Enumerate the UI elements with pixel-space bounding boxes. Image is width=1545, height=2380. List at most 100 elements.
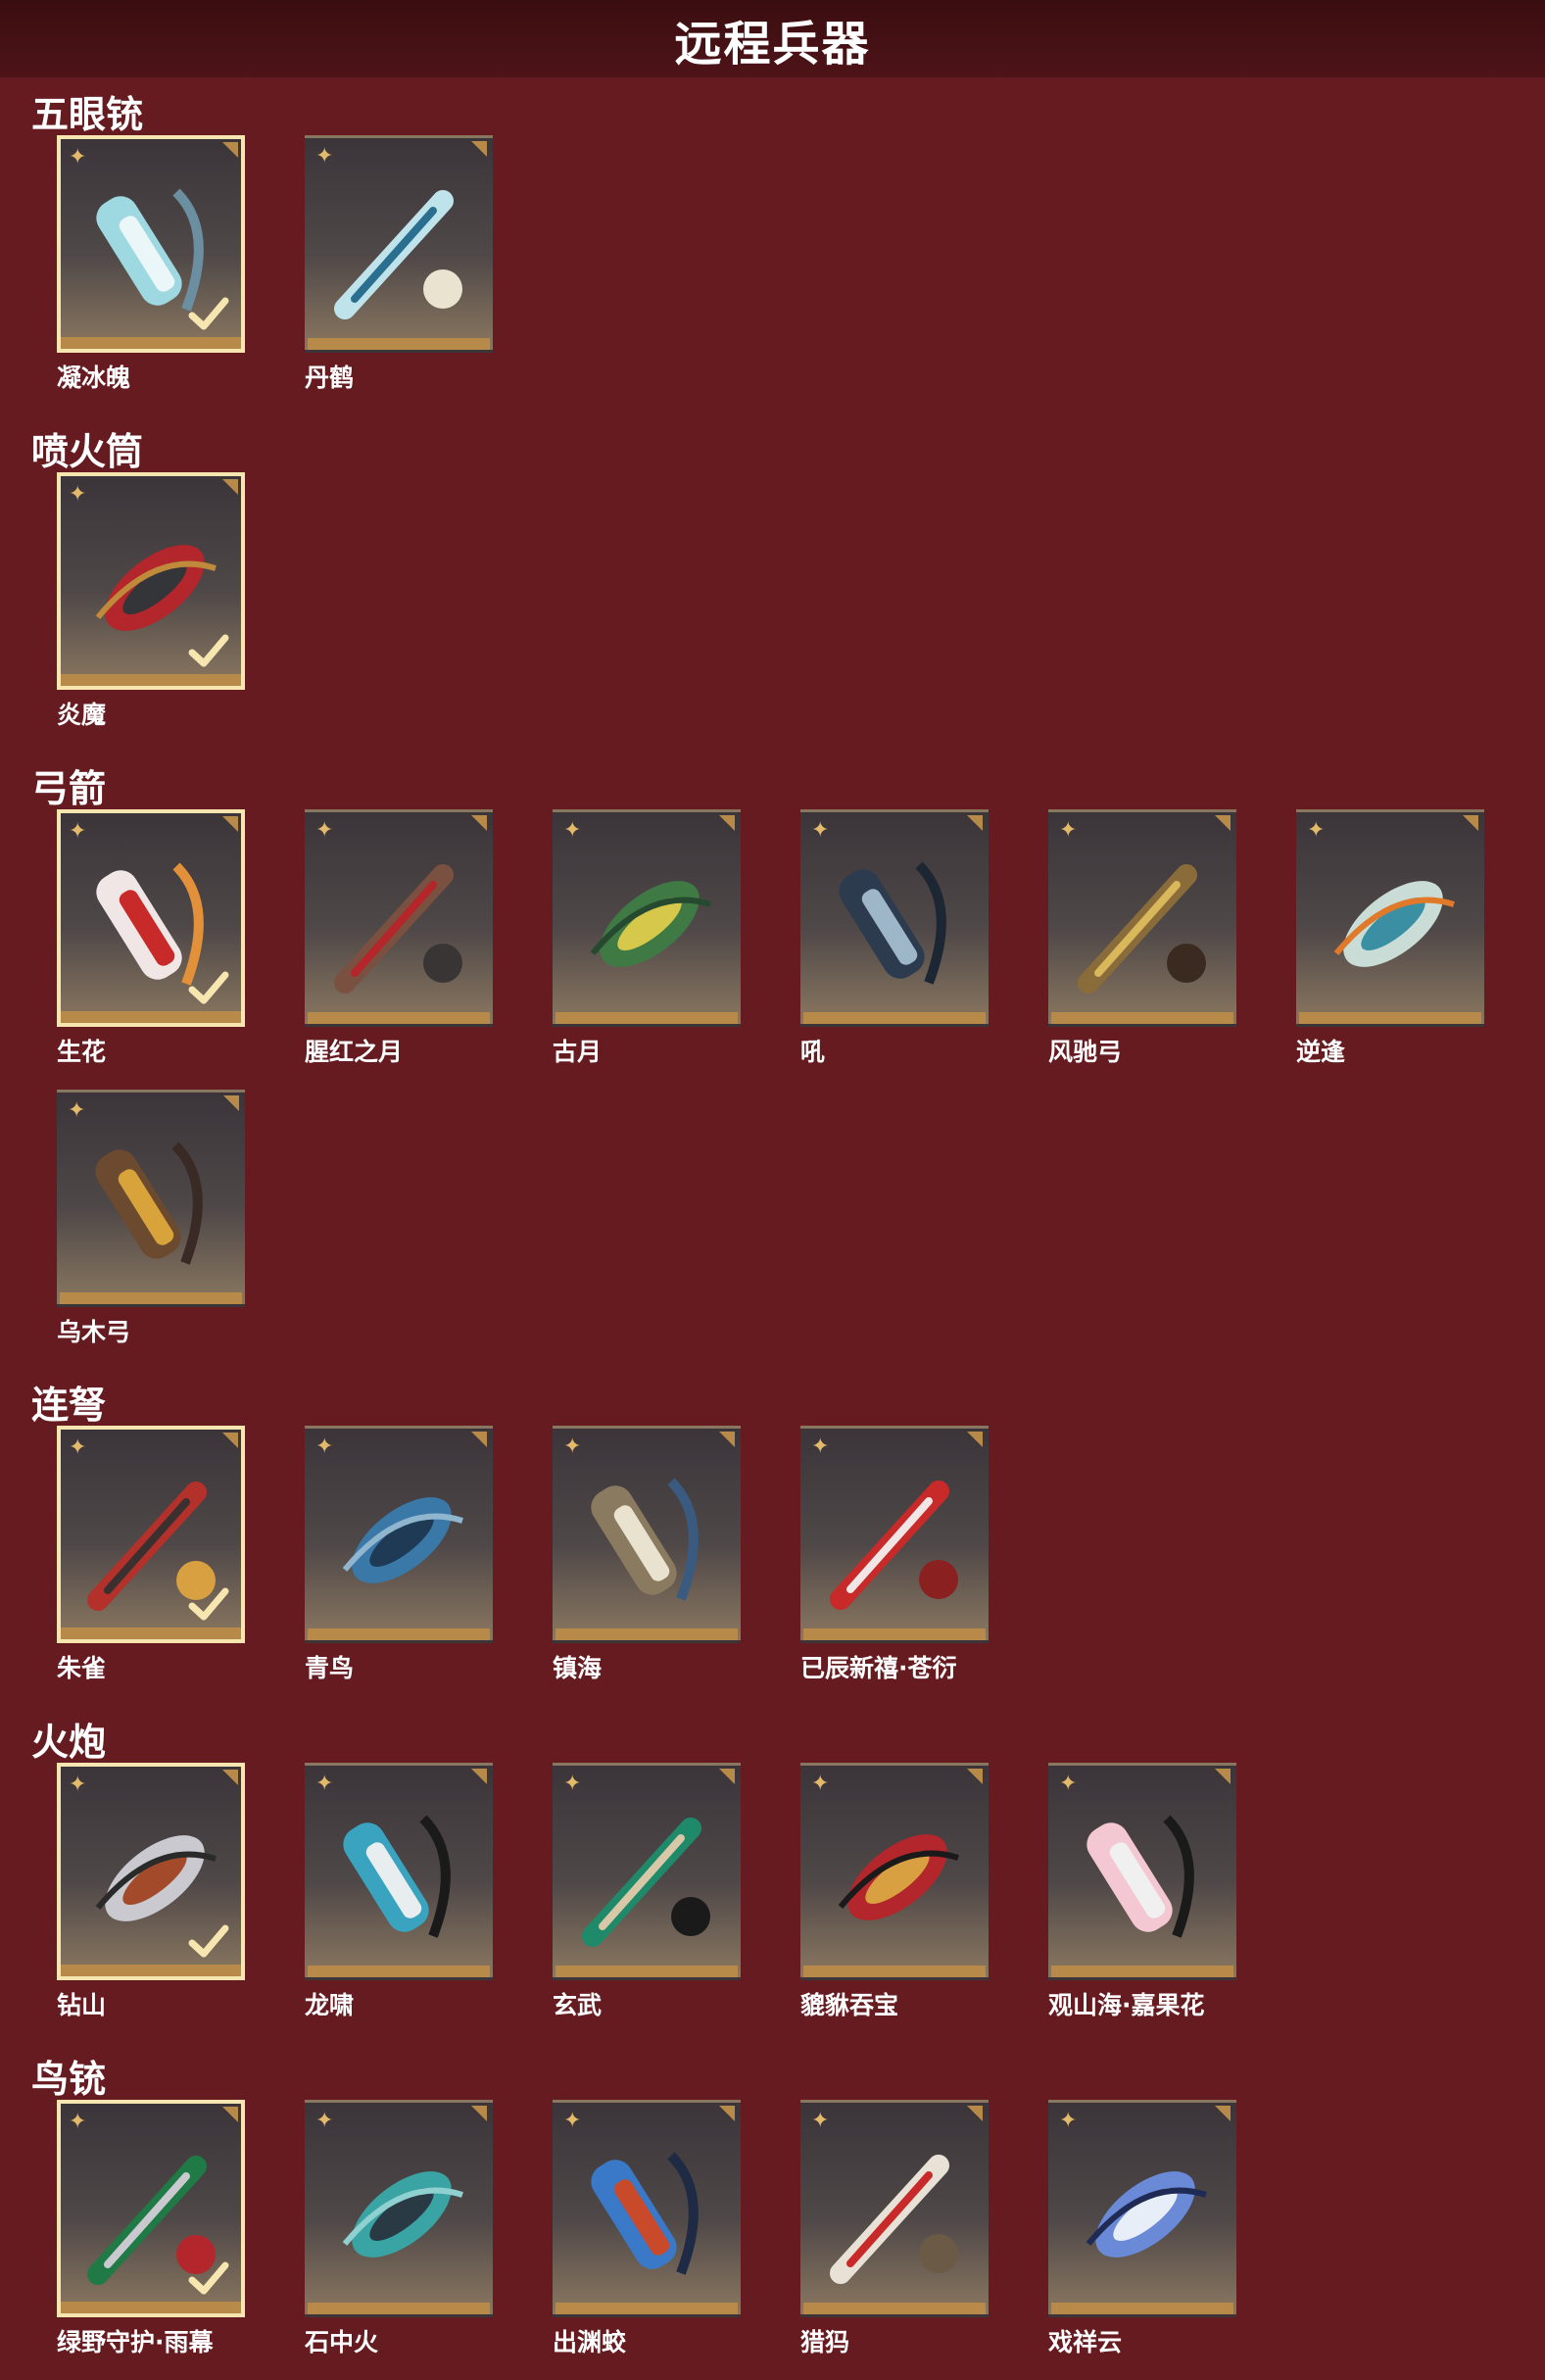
weapon-tile[interactable]: ✦: [305, 1426, 493, 1643]
weapon-name: 凝冰魄: [57, 364, 131, 392]
weapon-item[interactable]: ✦ 吼: [800, 809, 992, 1068]
check-icon: [188, 1587, 229, 1621]
weapon-image: [591, 2152, 699, 2275]
corner-mark-icon: [1215, 2106, 1231, 2121]
weapon-tile[interactable]: ✦: [57, 1426, 245, 1643]
weapon-name: 出渊蛟: [553, 2328, 627, 2356]
weapon-item[interactable]: ✦ 镇海: [553, 1426, 745, 1684]
star-icon: ✦: [69, 482, 87, 507]
star-icon: ✦: [315, 1772, 334, 1796]
section-title: 火炮: [31, 1721, 107, 1764]
star-icon: ✦: [315, 144, 334, 169]
weapon-name: 观山海·嘉果花: [1048, 1991, 1205, 2019]
weapon-item[interactable]: ✦ 风驰弓: [1048, 809, 1240, 1068]
weapon-tile[interactable]: ✦: [57, 2100, 245, 2317]
weapon-tile[interactable]: ✦: [1296, 809, 1484, 1027]
weapon-image: [95, 1141, 203, 1265]
weapon-name: 朱雀: [57, 1654, 107, 1682]
weapon-item[interactable]: ✦ 钻山: [57, 1763, 249, 2021]
weapon-name: 丹鹤: [305, 364, 355, 392]
weapon-tile[interactable]: ✦: [305, 135, 493, 353]
weapon-image: [334, 864, 462, 994]
weapon-tile[interactable]: ✦: [553, 809, 741, 1027]
corner-mark-icon: [719, 1769, 735, 1784]
weapon-item[interactable]: ✦ 石中火: [305, 2100, 497, 2358]
weapon-item[interactable]: ✦ 逆逢: [1296, 809, 1488, 1068]
corner-mark-icon: [222, 1770, 238, 1785]
star-icon: ✦: [1059, 2109, 1078, 2133]
check-icon: [188, 297, 229, 330]
star-icon: ✦: [1307, 818, 1326, 843]
section-title: 连弩: [31, 1384, 107, 1427]
weapon-item[interactable]: ✦ 朱雀: [57, 1426, 249, 1684]
weapon-name: 青鸟: [305, 1654, 355, 1682]
weapon-item[interactable]: ✦ 貔貅吞宝: [800, 1763, 992, 2021]
weapon-image: [839, 861, 946, 985]
weapon-image: [342, 2171, 463, 2258]
header-bar: 远程兵器: [0, 0, 1545, 77]
weapon-tile[interactable]: ✦: [57, 472, 245, 690]
weapon-tile[interactable]: ✦: [1048, 1763, 1236, 1980]
weapon-tile[interactable]: ✦: [305, 1763, 493, 1980]
corner-mark-icon: [1463, 815, 1478, 831]
weapon-image: [1086, 2171, 1207, 2258]
weapon-image: [1333, 881, 1455, 967]
weapon-item[interactable]: ✦ 已辰新禧·苍衍: [800, 1426, 992, 1684]
weapon-item[interactable]: ✦ 玄武: [553, 1763, 745, 2021]
corner-mark-icon: [967, 2106, 983, 2121]
weapon-item[interactable]: ✦ 生花: [57, 809, 249, 1068]
corner-mark-icon: [471, 141, 487, 157]
weapon-name: 风驰弓: [1048, 1038, 1123, 1066]
corner-mark-icon: [1215, 815, 1231, 831]
weapon-name: 猎犸: [800, 2328, 850, 2356]
weapon-tile[interactable]: ✦: [1048, 809, 1236, 1027]
weapon-image: [334, 190, 462, 319]
corner-mark-icon: [222, 2107, 238, 2122]
weapon-tile[interactable]: ✦: [305, 809, 493, 1027]
weapon-name: 腥红之月: [305, 1038, 404, 1066]
star-icon: ✦: [69, 1773, 87, 1797]
weapon-tile[interactable]: ✦: [553, 1763, 741, 1980]
weapon-item[interactable]: ✦ 腥红之月: [305, 809, 497, 1068]
weapon-item[interactable]: ✦ 古月: [553, 809, 745, 1068]
weapon-name: 吼: [800, 1038, 826, 1066]
star-icon: ✦: [315, 2109, 334, 2133]
weapon-name: 钻山: [57, 1991, 107, 2019]
weapon-tile[interactable]: ✦: [800, 809, 989, 1027]
weapon-tile[interactable]: ✦: [57, 809, 245, 1027]
weapon-tile[interactable]: ✦: [800, 2100, 989, 2317]
star-icon: ✦: [811, 1772, 830, 1796]
weapon-tile[interactable]: ✦: [1048, 2100, 1236, 2317]
weapon-item[interactable]: ✦ 炎魔: [57, 472, 249, 731]
weapon-item[interactable]: ✦ 龙啸: [305, 1763, 497, 2021]
weapon-tile[interactable]: ✦: [57, 1763, 245, 1980]
weapon-tile[interactable]: ✦: [553, 2100, 741, 2317]
weapon-tile[interactable]: ✦: [800, 1426, 989, 1643]
weapon-item[interactable]: ✦ 青鸟: [305, 1426, 497, 1684]
weapon-item[interactable]: ✦ 戏祥云: [1048, 2100, 1240, 2358]
section-title: 喷火筒: [31, 430, 144, 473]
weapon-tile[interactable]: ✦: [553, 1426, 741, 1643]
corner-mark-icon: [719, 815, 735, 831]
weapon-name: 生花: [57, 1038, 107, 1066]
star-icon: ✦: [68, 1098, 86, 1123]
weapon-item[interactable]: ✦ 观山海·嘉果花: [1048, 1763, 1240, 2021]
weapon-image: [1078, 864, 1206, 994]
weapon-name: 龙啸: [305, 1991, 355, 2019]
weapon-image: [830, 2155, 958, 2284]
corner-mark-icon: [222, 142, 238, 158]
weapon-tile[interactable]: ✦: [57, 1090, 245, 1307]
weapon-item[interactable]: ✦ 凝冰魄: [57, 135, 249, 394]
weapon-tile[interactable]: ✦: [57, 135, 245, 353]
weapon-tile[interactable]: ✦: [800, 1763, 989, 1980]
weapon-item[interactable]: ✦ 乌木弓: [57, 1090, 249, 1348]
weapon-item[interactable]: ✦ 出渊蛟: [553, 2100, 745, 2358]
weapon-image: [590, 881, 711, 967]
corner-mark-icon: [719, 2106, 735, 2121]
weapon-tile[interactable]: ✦: [305, 2100, 493, 2317]
weapon-item[interactable]: ✦ 绿野守护·雨幕: [57, 2100, 249, 2358]
weapon-item[interactable]: ✦ 猎犸: [800, 2100, 992, 2358]
star-icon: ✦: [811, 818, 830, 843]
weapon-item[interactable]: ✦ 丹鹤: [305, 135, 497, 394]
weapon-image: [1086, 1815, 1194, 1938]
